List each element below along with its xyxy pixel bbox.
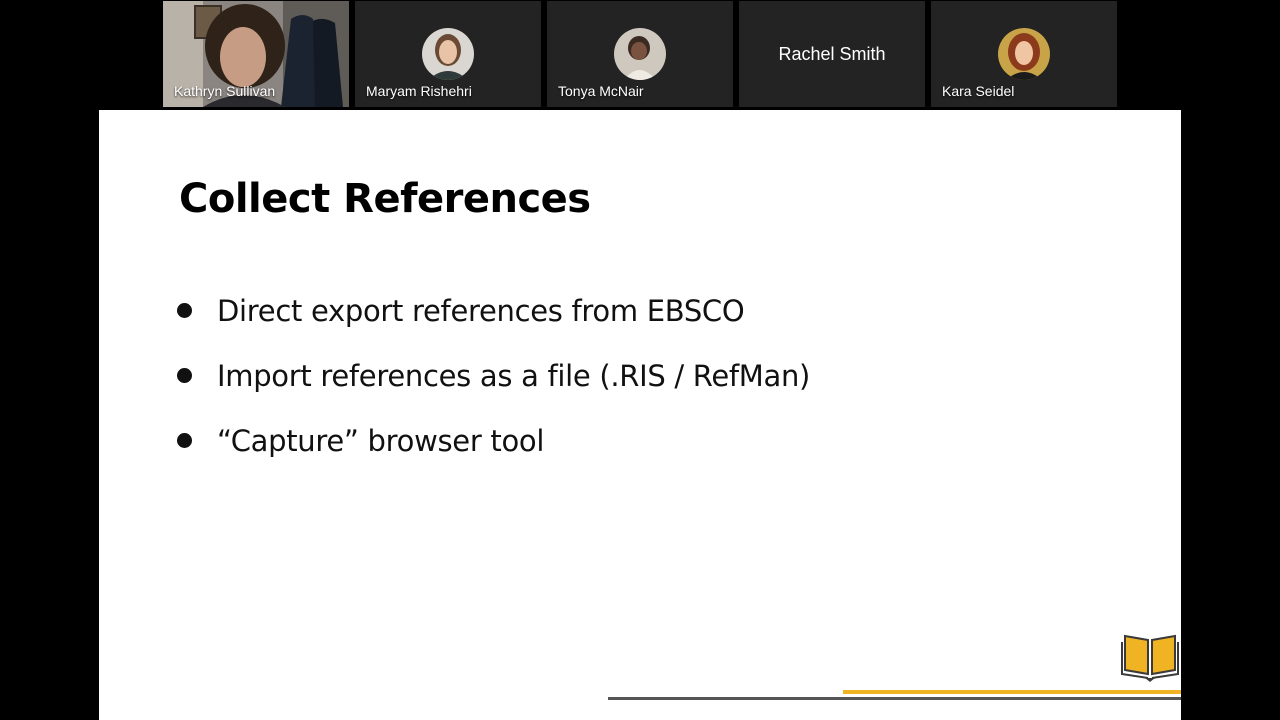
participant-tile-maryam-rishehri[interactable]: Maryam Rishehri: [355, 1, 541, 107]
bullet-text: Import references as a file (.RIS / RefM…: [217, 358, 811, 393]
avatar: [998, 28, 1050, 80]
avatar: [614, 28, 666, 80]
participant-name: Rachel Smith: [778, 44, 886, 64]
bullet-item: Direct export references from EBSCO: [177, 278, 810, 343]
avatar: [422, 28, 474, 80]
participant-name: Kara Seidel: [942, 83, 1015, 99]
participant-tile-kara-seidel[interactable]: Kara Seidel: [931, 1, 1117, 107]
bullet-list: Direct export references from EBSCO Impo…: [177, 278, 810, 473]
participant-tile-rachel-smith[interactable]: Rachel Smith: [739, 1, 925, 107]
participant-tile-tonya-mcnair[interactable]: Tonya McNair: [547, 1, 733, 107]
participant-tile-kathryn-sullivan[interactable]: Kathryn Sullivan: [163, 1, 349, 107]
shared-slide: Collect References Direct export referen…: [99, 110, 1181, 720]
participant-name: Kathryn Sullivan: [174, 83, 276, 99]
open-book-icon: [1121, 630, 1179, 682]
participant-name: Maryam Rishehri: [366, 83, 472, 99]
slide-title: Collect References: [179, 176, 591, 222]
bullet-dot-icon: [177, 433, 192, 448]
accent-rule-gray: [608, 697, 1181, 700]
bullet-text: Direct export references from EBSCO: [217, 293, 745, 328]
accent-rule-gold: [843, 690, 1181, 694]
bullet-text: “Capture” browser tool: [217, 423, 545, 458]
bullet-item: Import references as a file (.RIS / RefM…: [177, 343, 810, 408]
participant-name: Tonya McNair: [558, 83, 644, 99]
bullet-dot-icon: [177, 368, 192, 383]
bullet-item: “Capture” browser tool: [177, 408, 810, 473]
bullet-dot-icon: [177, 303, 192, 318]
